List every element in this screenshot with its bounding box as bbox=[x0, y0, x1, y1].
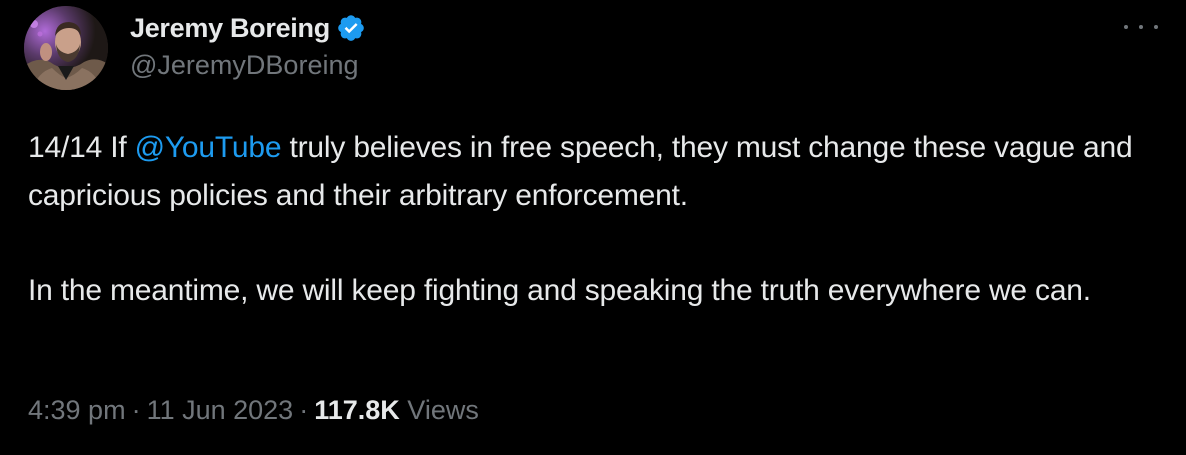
verified-badge-icon[interactable] bbox=[336, 13, 366, 43]
more-options-icon[interactable] bbox=[1124, 14, 1158, 40]
author-handle[interactable]: @JeremyDBoreing bbox=[130, 50, 359, 81]
author-display-name[interactable]: Jeremy Boreing bbox=[130, 13, 330, 44]
avatar[interactable] bbox=[24, 6, 108, 90]
tweet-paragraph-2: In the meantime, we will keep fighting a… bbox=[28, 274, 1091, 307]
tweet-card: Jeremy Boreing @JeremyDBoreing 14/14 If … bbox=[0, 0, 1186, 455]
author-name-row: Jeremy Boreing bbox=[130, 8, 366, 48]
tweet-text: 14/14 If @YouTube truly believes in free… bbox=[28, 124, 1168, 315]
avatar-image bbox=[24, 6, 108, 90]
more-dot bbox=[1124, 25, 1128, 29]
meta-separator: · bbox=[131, 395, 141, 425]
tweet-meta: 4:39 pm · 11 Jun 2023 · 117.8K Views bbox=[28, 395, 479, 426]
more-dot bbox=[1139, 25, 1143, 29]
mention-link[interactable]: @YouTube bbox=[135, 131, 282, 164]
tweet-date[interactable]: 11 Jun 2023 bbox=[147, 395, 294, 425]
tweet-paragraph-1: 14/14 If @YouTube truly believes in free… bbox=[28, 124, 1168, 220]
tweet-prefix: 14/14 If bbox=[28, 131, 135, 164]
meta-separator: · bbox=[299, 395, 309, 425]
tweet-time[interactable]: 4:39 pm bbox=[28, 395, 126, 425]
views-label: Views bbox=[407, 395, 479, 425]
views-count: 117.8K bbox=[314, 395, 400, 425]
more-dot bbox=[1154, 25, 1158, 29]
